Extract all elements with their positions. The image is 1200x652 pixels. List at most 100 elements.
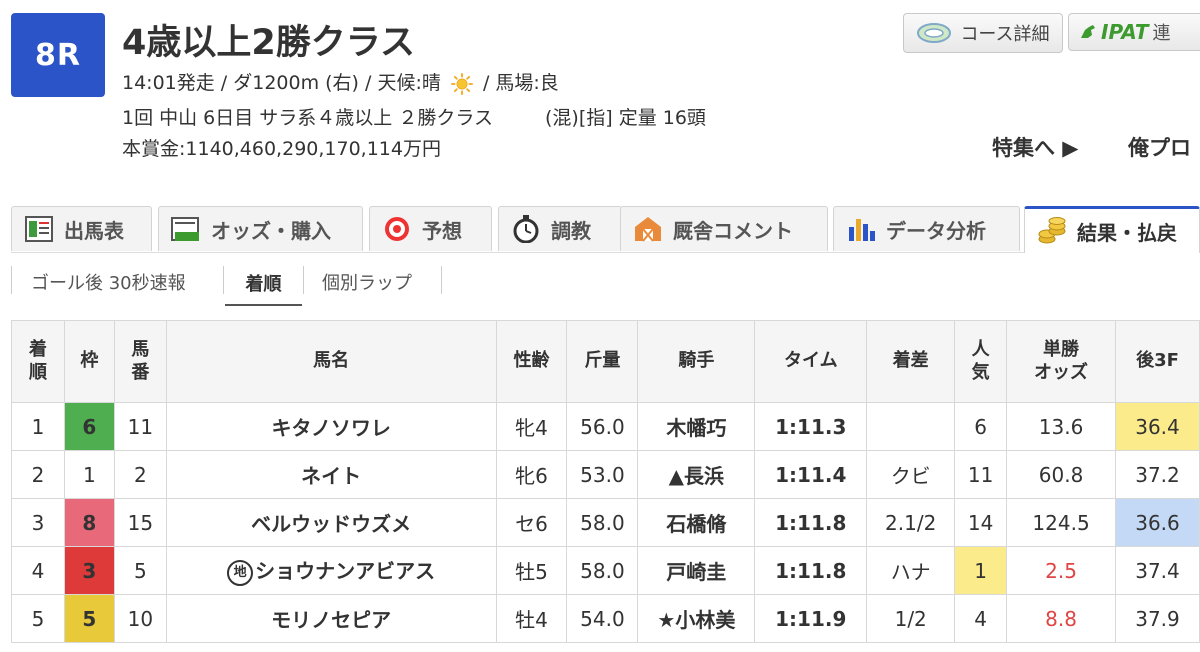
margin: 1/2 bbox=[866, 594, 956, 643]
ipat-label: 連 bbox=[1152, 23, 1171, 44]
popularity: 6 bbox=[954, 402, 1008, 451]
carried-weight: 53.0 bbox=[566, 450, 639, 499]
jockey-link[interactable]: 戸崎圭 bbox=[637, 546, 756, 595]
column-header-text: タイム bbox=[783, 350, 838, 372]
tab-stable-comment[interactable]: 厩舎コメント bbox=[620, 206, 828, 251]
column-header-jockey: 騎手 bbox=[637, 320, 756, 403]
sunny-weather-icon bbox=[450, 72, 473, 95]
table-row: 5 5 10 モリノセピア 牡4 54.0 ★小林美 1:11.9 1/2 4 8.8 37.9 bbox=[11, 594, 1200, 643]
column-header-rank: 着順 bbox=[11, 320, 65, 403]
margin: クビ bbox=[866, 450, 956, 499]
win-odds: 2.5 bbox=[1006, 546, 1116, 595]
column-header-frame: 枠 bbox=[63, 320, 115, 403]
race-detail-line: 1回 中山 6日目 サラ系４歳以上 ２勝クラス (混)[指] 定量 16頭 bbox=[122, 103, 706, 130]
horse-name-cell: 地ショウナンアビアス bbox=[165, 546, 497, 595]
horse-number: 11 bbox=[113, 402, 167, 451]
horse-number: 15 bbox=[113, 498, 167, 547]
ore-pro-link[interactable]: 俺プロ bbox=[1128, 132, 1191, 162]
horse-name-link[interactable]: キタノソワレ bbox=[271, 416, 390, 440]
column-header-text: 馬名 bbox=[313, 350, 350, 372]
tab-entry-table[interactable]: 出馬表 bbox=[11, 206, 152, 251]
ipat-button[interactable]: IPAT 連 bbox=[1068, 13, 1200, 51]
odds-ipat-icon bbox=[171, 217, 199, 241]
horse-number: 5 bbox=[113, 546, 167, 595]
frame-number: 8 bbox=[63, 498, 115, 547]
table-row: 4 3 5 地ショウナンアビアス 牡5 58.0 戸崎圭 1:11.8 ハナ 1 2.5 37.4 bbox=[11, 546, 1200, 595]
last-3f: 36.4 bbox=[1114, 402, 1200, 451]
subtab-quick-report[interactable]: ゴール後 30秒速報 bbox=[31, 262, 186, 302]
tab-label: オッズ・購入 bbox=[211, 218, 331, 243]
jockey-link[interactable]: 石橋脩 bbox=[637, 498, 756, 547]
tab-prediction[interactable]: 予想 bbox=[369, 206, 492, 251]
feature-link[interactable]: 特集へ ▶ bbox=[992, 132, 1078, 162]
carried-weight: 56.0 bbox=[566, 402, 639, 451]
column-header-horse-name: 馬名 bbox=[165, 320, 497, 403]
frame-number: 6 bbox=[63, 402, 115, 451]
coins-icon bbox=[1038, 217, 1066, 244]
horse-name-link[interactable]: ネイト bbox=[301, 464, 361, 488]
horse-name-link[interactable]: ベルウッドウズメ bbox=[251, 512, 411, 536]
table-row: 3 8 15 ベルウッドウズメ セ6 58.0 石橋脩 1:11.8 2.1/2 14 124.5 3… bbox=[11, 498, 1200, 547]
tab-training[interactable]: 調教 bbox=[498, 206, 622, 251]
race-restriction-info: (混)[指] 定量 16頭 bbox=[545, 107, 706, 129]
subtab-divider bbox=[223, 266, 224, 294]
jockey-link[interactable]: ★小林美 bbox=[637, 594, 756, 643]
race-tabs: 出馬表 オッズ・購入 予想 調教 厩舎コメント データ分析 結果・払戻 bbox=[11, 206, 1200, 253]
course-detail-button[interactable]: コース詳細 bbox=[903, 13, 1063, 53]
column-header-text: 人 bbox=[971, 339, 990, 360]
table-row: 1 6 11 キタノソワレ 牝4 56.0 木幡巧 1:11.3 6 13.6 36.4 bbox=[11, 402, 1200, 451]
sex-age: 牡5 bbox=[495, 546, 568, 595]
column-header-text: 順 bbox=[28, 361, 47, 383]
margin: ハナ bbox=[866, 546, 956, 595]
course-detail-label: コース詳細 bbox=[960, 24, 1050, 45]
column-header-text: 斤量 bbox=[584, 350, 621, 372]
popularity: 14 bbox=[954, 498, 1008, 547]
win-odds: 13.6 bbox=[1006, 402, 1116, 451]
column-header-text: 番 bbox=[131, 361, 150, 383]
finish-time: 1:11.8 bbox=[754, 498, 868, 547]
track-condition: / 馬場:良 bbox=[482, 72, 559, 94]
tab-data-analysis[interactable]: データ分析 bbox=[833, 206, 1020, 251]
tab-odds-purchase[interactable]: オッズ・購入 bbox=[158, 206, 363, 251]
win-odds: 8.8 bbox=[1006, 594, 1116, 643]
margin: 2.1/2 bbox=[866, 498, 956, 547]
carried-weight: 58.0 bbox=[566, 546, 639, 595]
sex-age: 牝6 bbox=[495, 450, 568, 499]
stable-barn-icon bbox=[635, 217, 661, 242]
column-header-text: 性齢 bbox=[513, 350, 550, 372]
horse-name-link[interactable]: ショウナンアビアス bbox=[255, 559, 435, 583]
column-header-text: 着 bbox=[28, 339, 47, 360]
finish-time: 1:11.4 bbox=[754, 450, 868, 499]
carried-weight: 58.0 bbox=[566, 498, 639, 547]
finish-rank: 2 bbox=[11, 450, 65, 499]
ipat-logo: IPAT bbox=[1101, 20, 1149, 44]
subtab-divider bbox=[303, 266, 304, 294]
last-3f: 37.9 bbox=[1114, 594, 1200, 643]
tab-results-payout[interactable]: 結果・払戻 bbox=[1024, 206, 1200, 253]
finish-time: 1:11.3 bbox=[754, 402, 868, 451]
column-header-weight: 斤量 bbox=[566, 320, 639, 403]
bar-chart-icon bbox=[849, 219, 875, 241]
subtab-finishing-order[interactable]: 着順 bbox=[225, 262, 302, 306]
finish-rank: 3 bbox=[11, 498, 65, 547]
sex-age: 牡4 bbox=[495, 594, 568, 643]
finish-time: 1:11.8 bbox=[754, 546, 868, 595]
frame-number: 5 bbox=[63, 594, 115, 643]
column-header-text: オッズ bbox=[1034, 361, 1089, 383]
carried-weight: 54.0 bbox=[566, 594, 639, 643]
column-header-margin: 着差 bbox=[866, 320, 956, 403]
tab-label: データ分析 bbox=[886, 218, 986, 243]
subtab-divider bbox=[441, 266, 442, 294]
column-header-text: 気 bbox=[971, 361, 990, 383]
jockey-link[interactable]: 木幡巧 bbox=[637, 402, 756, 451]
jockey-link[interactable]: ▲長浜 bbox=[637, 450, 756, 499]
column-header-win-odds: 単勝 オッズ bbox=[1006, 320, 1116, 403]
column-header-time: タイム bbox=[754, 320, 868, 403]
subtab-divider bbox=[11, 266, 12, 294]
tab-label: 予想 bbox=[422, 218, 462, 243]
stopwatch-icon bbox=[513, 215, 539, 243]
race-conditions: 14:01発走 / ダ1200m (右) / 天候:晴 bbox=[122, 72, 441, 94]
frame-number: 1 bbox=[63, 450, 115, 499]
subtab-individual-laps[interactable]: 個別ラップ bbox=[322, 262, 412, 302]
horse-name-link[interactable]: モリノセピア bbox=[271, 608, 391, 632]
